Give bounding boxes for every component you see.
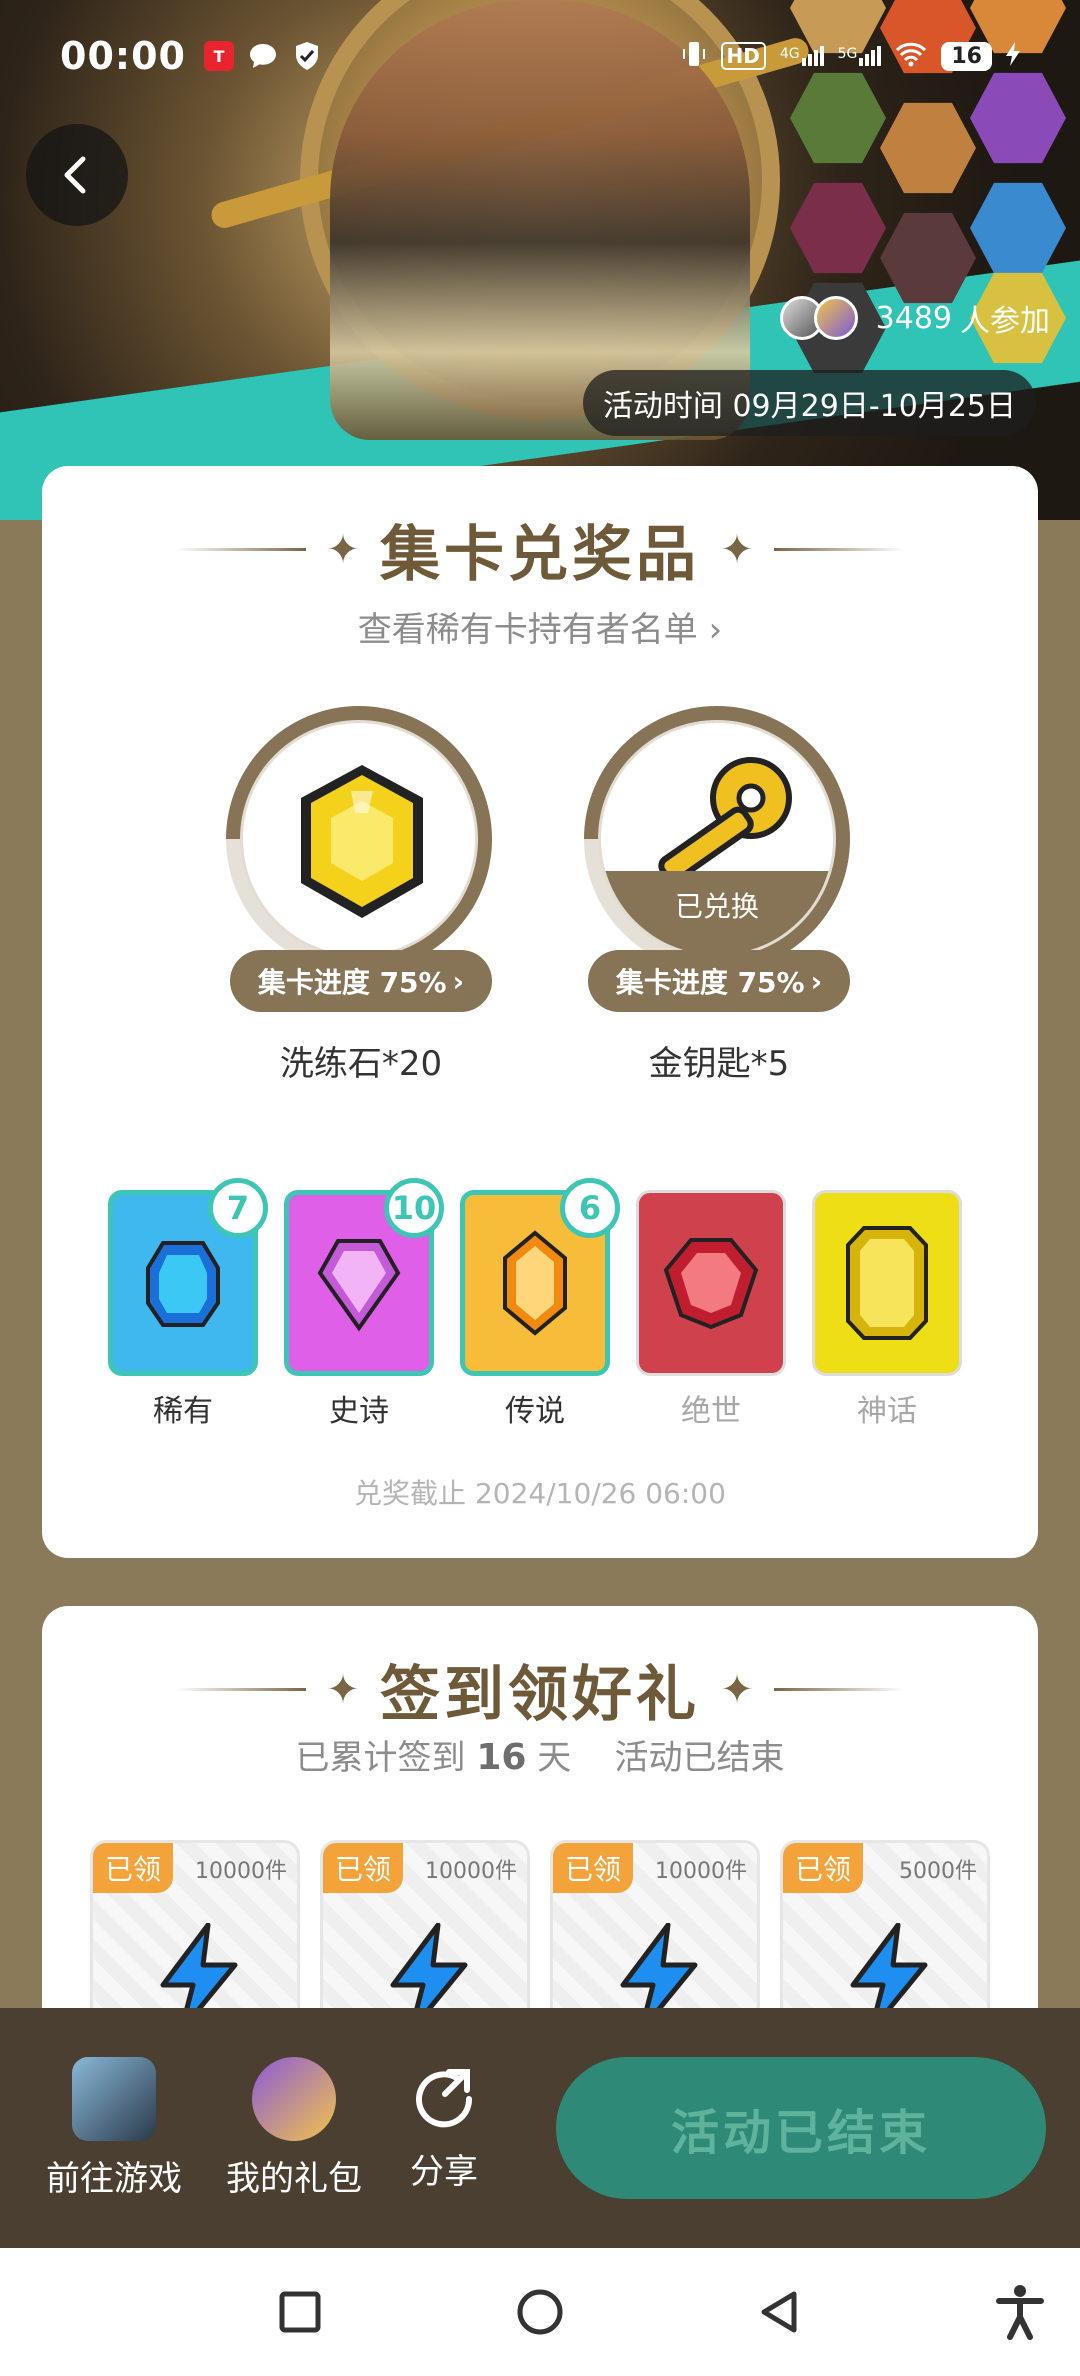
prize-item[interactable]: 已兑换 集卡进度 75% › 金钥匙*5 [584,706,854,1084]
claimed-tag: 已领 [783,1843,863,1893]
chevron-right-icon: › [708,610,723,650]
vibrate-icon [681,39,707,74]
progress-pill[interactable]: 集卡进度 75% › [588,950,850,1012]
progress-pill[interactable]: 集卡进度 75% › [230,950,492,1012]
chevron-right-icon: › [810,964,823,998]
rarity-label: 传说 [505,1394,565,1429]
redeem-deadline: 兑奖截止 2024/10/26 06:00 [354,1477,726,1510]
orange-gem-icon [503,1230,567,1336]
gift-pack-icon [252,2056,336,2141]
my-gifts-button[interactable]: 我的礼包 [204,2056,384,2200]
claimed-tag: 已领 [553,1843,633,1893]
prize-progress-ring: 已兑换 [584,706,850,972]
rarity-card-epic[interactable]: 10 史诗 [284,1178,444,1430]
system-nav-bar [0,2248,1080,2376]
red-gem-icon [663,1238,759,1330]
chevron-right-icon: › [452,964,465,998]
sparkle-icon: ✦ [720,526,754,573]
signin-days: 16 [476,1737,527,1778]
rarity-card-peerless[interactable]: 绝世 [636,1190,786,1430]
rarity-label: 绝世 [681,1394,741,1429]
signal-5g-icon: 5G [838,46,882,66]
participants-suffix: 人参加 [960,304,1050,339]
activity-period: 活动时间 09月29日-10月25日 [582,370,1036,436]
chevron-left-icon [64,156,86,194]
redeemed-label: 已兑换 [601,871,833,955]
prize-name: 洗练石*20 [279,1044,443,1084]
prize-name: 金钥匙*5 [648,1044,790,1084]
charging-icon [1006,41,1020,71]
accessibility-icon [996,2285,1044,2340]
battery-indicator: 16 [941,41,992,71]
back-button[interactable] [26,124,128,226]
triangle-back-icon [761,2291,797,2333]
participants-count: 3489 [875,300,952,336]
gift-quantity: 10000件 [655,1859,747,1884]
gift-quantity: 10000件 [195,1859,287,1884]
yellow-gem-icon [846,1226,928,1340]
gift-quantity: 10000件 [425,1859,517,1884]
circle-icon [517,2289,563,2335]
gift-quantity: 5000件 [899,1859,977,1884]
signin-status: 活动已结束 [614,1738,785,1778]
tesla-icon: T [203,41,234,71]
share-icon [416,2068,473,2127]
signin-summary: 已累计签到 16 天 活动已结束 [295,1737,785,1778]
rarity-card-rare[interactable]: 7 稀有 [108,1178,268,1430]
prize-item[interactable]: 集卡进度 75% › 洗练石*20 [226,706,496,1084]
sparkle-icon: ✦ [720,1666,754,1713]
signin-title: ✦ 签到领好礼 ✦ [42,1646,1038,1733]
purple-gem-icon [317,1239,401,1332]
gem-stone-icon [301,765,423,918]
rarity-label: 神话 [857,1394,917,1429]
blue-gem-icon [146,1241,220,1327]
share-button[interactable]: 分享 [384,2064,504,2193]
participants-info: 3489 人参加 [779,296,1050,340]
rarity-label: 史诗 [329,1394,389,1429]
activity-ended-button[interactable]: 活动已结束 [556,2057,1046,2199]
shield-icon [292,41,322,71]
prize-progress-ring [226,706,492,972]
rarity-card-mythic[interactable]: 神话 [812,1190,962,1430]
rarity-label: 稀有 [153,1394,213,1429]
recent-apps-button[interactable] [270,2282,330,2342]
wifi-icon [895,41,927,72]
card-count-badge: 7 [208,1178,268,1238]
rarity-cards-row: 7 稀有 10 史诗 6 传说 绝世 神话 [108,1178,962,1430]
back-nav-button[interactable] [750,2282,810,2342]
go-to-game-button[interactable]: 前往游戏 [24,2056,204,2200]
sparkle-icon: ✦ [326,526,360,573]
signin-card-section: ✦ 签到领好礼 ✦ 已累计签到 16 天 活动已结束 已领 10000件 已领 … [42,1606,1038,2066]
claimed-tag: 已领 [93,1843,173,1893]
hd-icon: HD [720,42,766,70]
sparkle-icon: ✦ [326,1666,360,1713]
chat-icon [248,41,278,71]
card-count-badge: 10 [384,1178,444,1238]
card-count-badge: 6 [560,1178,620,1238]
rare-card-holders-link[interactable]: 查看稀有卡持有者名单 › [42,602,1038,651]
accessibility-button[interactable] [990,2282,1050,2342]
bottom-action-bar: 前往游戏 我的礼包 分享 活动已结束 [0,2008,1080,2248]
status-bar: 00:00 T HD 4G 5G 16 [0,0,1080,112]
square-icon [279,2291,321,2333]
status-time: 00:00 [60,34,186,78]
collect-title: ✦ 集卡兑奖品 ✦ [42,506,1038,593]
game-icon [72,2056,156,2141]
home-button[interactable] [510,2282,570,2342]
rarity-card-legend[interactable]: 6 传说 [460,1178,620,1430]
avatar [813,296,858,340]
collect-card-section: ✦ 集卡兑奖品 ✦ 查看稀有卡持有者名单 › 集卡进度 75% › 洗练石*20 [42,466,1038,1558]
signal-4g-icon: 4G [780,46,824,66]
claimed-tag: 已领 [323,1843,403,1893]
